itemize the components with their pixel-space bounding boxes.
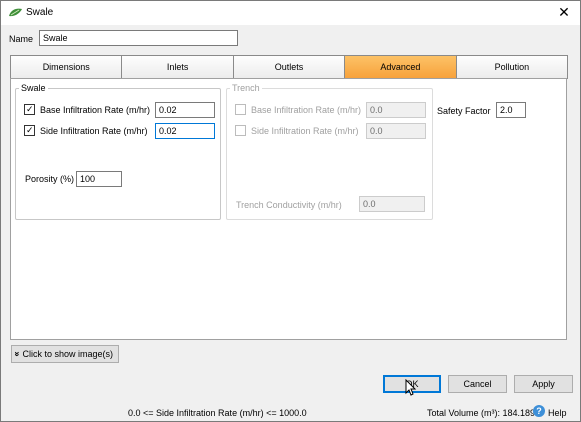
close-button[interactable]: ✕ (556, 4, 572, 20)
porosity-label: Porosity (%) (25, 174, 75, 184)
trench-base-rate-checkbox[interactable] (235, 104, 246, 115)
total-volume-text: Total Volume (m³): 184.189 (427, 408, 536, 418)
help-link[interactable]: Help (548, 408, 567, 418)
swale-group-legend: Swale (21, 83, 46, 93)
trench-conductivity-input[interactable]: 0.0 (359, 196, 425, 212)
name-label: Name (9, 34, 34, 44)
side-rate-label: Side Infiltration Rate (m/hr) (40, 126, 148, 136)
check-icon: ✓ (26, 125, 34, 135)
trench-base-rate-input[interactable]: 0.0 (366, 102, 426, 118)
trench-side-rate-label: Side Infiltration Rate (m/hr) (251, 126, 359, 136)
base-rate-checkbox[interactable]: ✓ (24, 104, 35, 115)
base-rate-input[interactable]: 0.02 (155, 102, 215, 118)
check-icon: ✓ (26, 104, 34, 114)
tab-outlets[interactable]: Outlets (232, 55, 346, 79)
tab-pollution[interactable]: Pollution (455, 55, 569, 79)
apply-button[interactable]: Apply (514, 375, 573, 393)
side-rate-checkbox[interactable]: ✓ (24, 125, 35, 136)
swale-dialog: Swale ✕ Name Swale Dimensions Inlets Out… (0, 0, 581, 422)
base-rate-label: Base Infiltration Rate (m/hr) (40, 105, 151, 115)
title-bar: Swale ✕ (1, 1, 580, 25)
safety-factor-input[interactable]: 2.0 (496, 102, 526, 118)
tab-strip: Dimensions Inlets Outlets Advanced Pollu… (10, 55, 569, 79)
advanced-panel: Swale ✓ Base Infiltration Rate (m/hr) 0.… (10, 78, 567, 340)
trench-base-rate-label: Base Infiltration Rate (m/hr) (251, 105, 362, 115)
window-title: Swale (26, 7, 54, 18)
tab-dimensions[interactable]: Dimensions (10, 55, 123, 79)
mouse-pointer-icon (405, 379, 417, 396)
trench-side-rate-checkbox[interactable] (235, 125, 246, 136)
trench-side-rate-input[interactable]: 0.0 (366, 123, 426, 139)
show-images-button[interactable]: » Click to show image(s) (11, 345, 119, 363)
safety-factor-label: Safety Factor (437, 106, 491, 116)
name-input[interactable]: Swale (39, 30, 238, 46)
side-rate-input[interactable]: 0.02 (155, 123, 215, 139)
range-hint-text: 0.0 <= Side Infiltration Rate (m/hr) <= … (128, 408, 307, 418)
tab-inlets[interactable]: Inlets (121, 55, 234, 79)
trench-conductivity-label: Trench Conductivity (m/hr) (236, 200, 342, 210)
help-icon[interactable]: ? (533, 405, 545, 417)
trench-group-legend: Trench (232, 83, 260, 93)
swale-leaf-icon (9, 8, 22, 17)
cancel-button[interactable]: Cancel (448, 375, 507, 393)
porosity-input[interactable]: 100 (76, 171, 122, 187)
tab-advanced[interactable]: Advanced (344, 55, 457, 79)
double-chevron-down-icon: » (12, 351, 23, 357)
show-images-label: Click to show image(s) (22, 349, 114, 359)
